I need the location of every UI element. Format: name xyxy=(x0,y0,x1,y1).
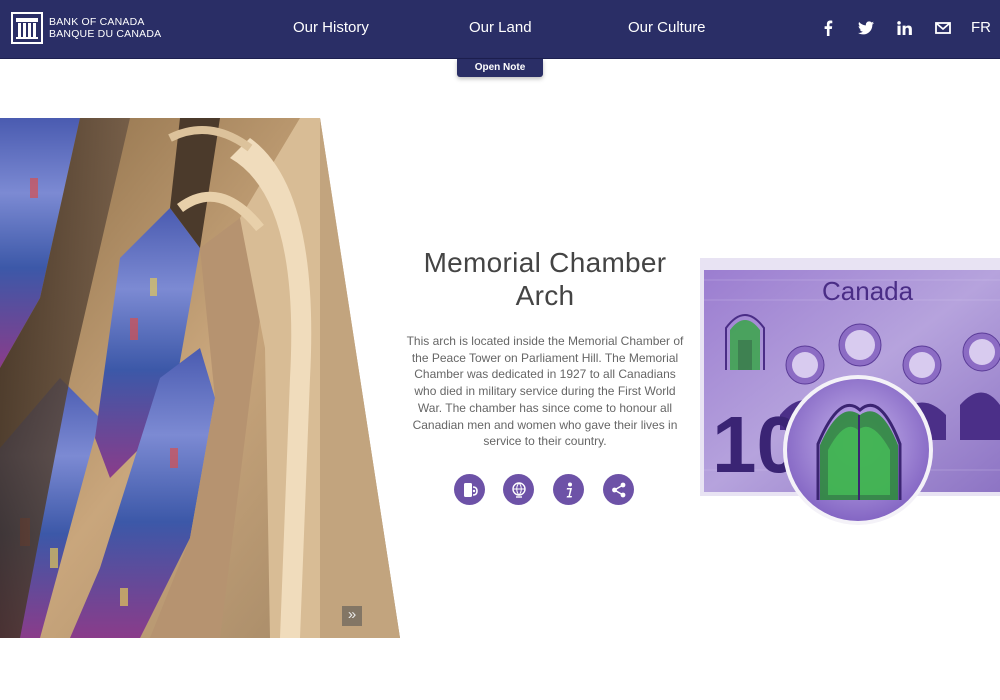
feature-description: This arch is located inside the Memorial… xyxy=(406,334,684,449)
nav-our-land[interactable]: Our Land xyxy=(469,19,532,36)
nav-our-culture[interactable]: Our Culture xyxy=(628,19,706,36)
ten-dollar-banknote-image: Canada 10 xyxy=(700,258,1000,525)
globe-icon[interactable] xyxy=(503,474,534,505)
banknote-country-text: Canada xyxy=(822,276,914,306)
feature-title: Memorial Chamber Arch xyxy=(400,246,690,312)
logo-text-en: BANK OF CANADA xyxy=(49,16,145,28)
logo-text: BANK OF CANADA BANQUE DU CANADA xyxy=(49,16,161,40)
facebook-icon[interactable] xyxy=(817,17,839,39)
open-note-tab[interactable]: Open Note xyxy=(457,59,543,77)
linkedin-icon[interactable] xyxy=(893,17,915,39)
logo-text-fr: BANQUE DU CANADA xyxy=(49,28,162,40)
feature-title-line-1: Memorial Chamber xyxy=(423,247,667,278)
bank-of-canada-logo[interactable]: BANK OF CANADA BANQUE DU CANADA xyxy=(11,12,161,44)
bank-building-icon xyxy=(11,12,43,44)
phone-icon[interactable] xyxy=(454,474,485,505)
nav-our-history[interactable]: Our History xyxy=(293,19,369,36)
email-icon[interactable] xyxy=(932,17,954,39)
memorial-chamber-arch-photo xyxy=(0,118,400,638)
feature-title-line-2: Arch xyxy=(515,280,575,311)
share-icon[interactable] xyxy=(603,474,634,505)
language-toggle-fr[interactable]: FR xyxy=(971,19,991,36)
double-chevron-right-icon[interactable]: » xyxy=(342,606,362,626)
twitter-icon[interactable] xyxy=(855,17,877,39)
top-navigation-bar: BANK OF CANADA BANQUE DU CANADA Our Hist… xyxy=(0,0,1000,59)
info-icon[interactable] xyxy=(553,474,584,505)
